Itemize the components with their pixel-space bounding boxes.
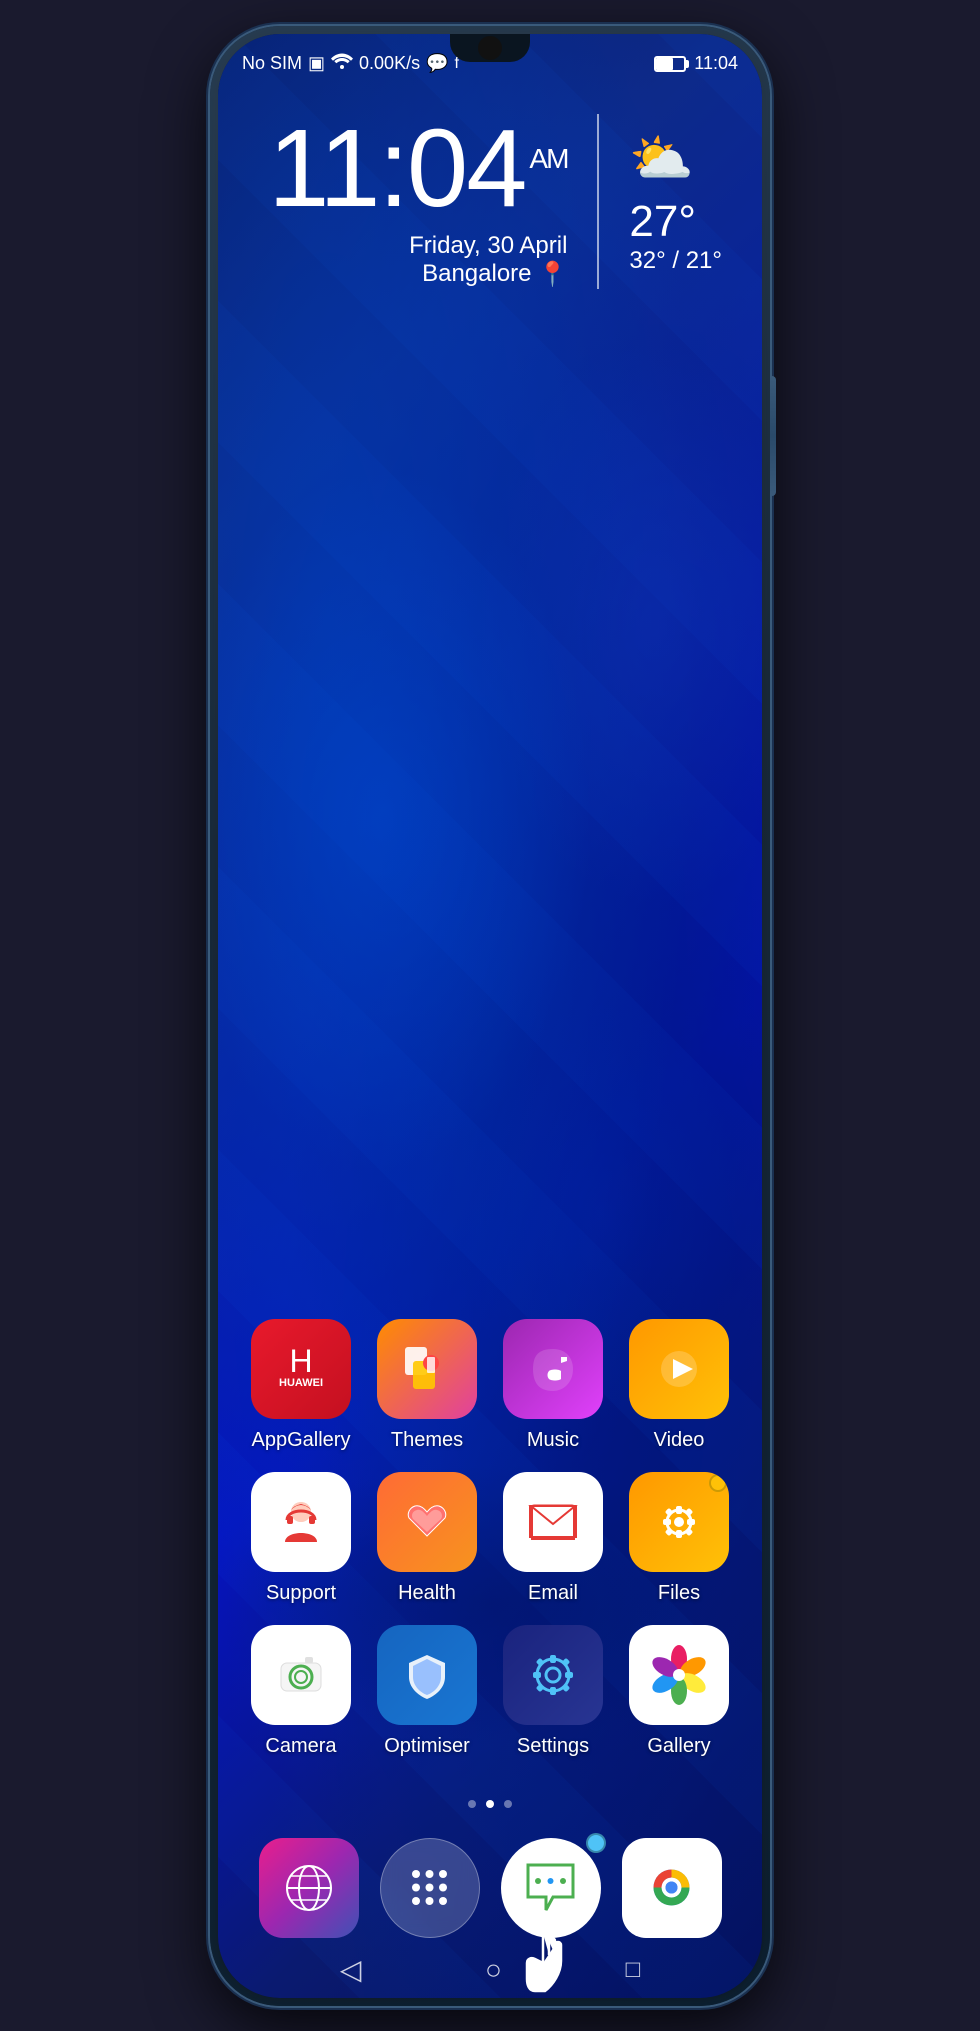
weather-icon: ⛅	[629, 128, 722, 189]
files-icon	[629, 1472, 729, 1572]
messages-notification-dot	[586, 1833, 606, 1853]
themes-icon	[377, 1319, 477, 1419]
dock	[218, 1838, 762, 1938]
notch	[450, 34, 530, 62]
app-video[interactable]: Video	[624, 1319, 734, 1452]
clock-status: 11:04	[694, 53, 738, 74]
wifi-icon	[331, 53, 353, 74]
music-icon	[503, 1319, 603, 1419]
optimiser-label: Optimiser	[384, 1735, 470, 1758]
app-camera[interactable]: Camera	[246, 1625, 356, 1758]
time-display: 11:04AM	[258, 114, 567, 224]
health-label: Health	[398, 1582, 456, 1605]
health-icon	[377, 1472, 477, 1572]
music-label: Music	[527, 1429, 579, 1452]
svg-text:H: H	[289, 1343, 312, 1379]
location-pin-icon: 📍	[538, 260, 568, 289]
svg-text:HUAWEI: HUAWEI	[279, 1376, 323, 1388]
date-display: Friday, 30 April	[258, 232, 567, 260]
app-optimiser[interactable]: Optimiser	[372, 1625, 482, 1758]
themes-label: Themes	[391, 1429, 463, 1452]
app-settings[interactable]: Settings	[498, 1625, 608, 1758]
dock-messages[interactable]	[501, 1838, 601, 1938]
nav-bar: ◁ ○ □	[218, 1942, 762, 1998]
appgallery-label: AppGallery	[252, 1429, 351, 1452]
settings-icon	[503, 1625, 603, 1725]
page-indicators	[218, 1800, 762, 1808]
status-right: 11:04	[654, 53, 738, 74]
phone-device: No SIM ▣ 0.00K/s 💬 f	[210, 26, 770, 2006]
speed-text: 0.00K/s	[359, 53, 420, 74]
app-row-1: H HUAWEI AppGallery	[238, 1319, 742, 1452]
camera-label: Camera	[265, 1735, 336, 1758]
email-label: Email	[528, 1582, 578, 1605]
app-row-2: Support	[238, 1472, 742, 1605]
app-email[interactable]: Email	[498, 1472, 608, 1605]
nav-recent[interactable]: □	[626, 1956, 641, 1984]
weather-section: ⛅ 27° 32° / 21°	[599, 128, 722, 275]
chrome-dock-icon	[622, 1838, 722, 1938]
files-notification-dot	[709, 1474, 727, 1492]
appgallery-icon: H HUAWEI	[251, 1319, 351, 1419]
video-icon	[629, 1319, 729, 1419]
app-health[interactable]: Health	[372, 1472, 482, 1605]
no-sim-text: No SIM	[242, 53, 302, 74]
camera-front	[478, 36, 502, 60]
dot-2	[486, 1800, 494, 1808]
dock-browser[interactable]	[259, 1838, 359, 1938]
dock-chrome[interactable]	[622, 1838, 722, 1938]
messages-dock-icon	[501, 1838, 601, 1938]
app-appgallery[interactable]: H HUAWEI AppGallery	[246, 1319, 356, 1452]
app-files[interactable]: Files	[624, 1472, 734, 1605]
location-display: Bangalore 📍	[258, 260, 567, 289]
app-grid: H HUAWEI AppGallery	[218, 1319, 762, 1778]
allapps-dock-icon	[380, 1838, 480, 1938]
email-icon	[503, 1472, 603, 1572]
optimiser-icon	[377, 1625, 477, 1725]
video-label: Video	[654, 1429, 705, 1452]
nav-back[interactable]: ◁	[340, 1953, 362, 1986]
settings-label: Settings	[517, 1735, 589, 1758]
app-music[interactable]: Music	[498, 1319, 608, 1452]
browser-dock-icon	[259, 1838, 359, 1938]
message-icon: 💬	[426, 53, 448, 74]
battery-fill	[656, 58, 673, 70]
gallery-label: Gallery	[647, 1735, 710, 1758]
status-left: No SIM ▣ 0.00K/s 💬 f	[242, 53, 459, 74]
sim-icon: ▣	[308, 53, 325, 74]
support-label: Support	[266, 1582, 336, 1605]
dot-1	[468, 1800, 476, 1808]
files-label: Files	[658, 1582, 700, 1605]
support-icon	[251, 1472, 351, 1572]
camera-icon	[251, 1625, 351, 1725]
app-themes[interactable]: Themes	[372, 1319, 482, 1452]
app-row-3: Camera Optimiser	[238, 1625, 742, 1758]
weather-temp: 27°	[629, 197, 722, 247]
app-support[interactable]: Support	[246, 1472, 356, 1605]
gallery-icon	[629, 1625, 729, 1725]
clock-section: 11:04AM Friday, 30 April Bangalore 📍	[258, 114, 599, 289]
dock-allapps[interactable]	[380, 1838, 480, 1938]
weather-range: 32° / 21°	[629, 247, 722, 275]
home-screen: No SIM ▣ 0.00K/s 💬 f	[218, 34, 762, 1998]
phone-inner: No SIM ▣ 0.00K/s 💬 f	[218, 34, 762, 1998]
clock-weather-area: 11:04AM Friday, 30 April Bangalore 📍 ⛅ 2…	[218, 114, 762, 289]
dot-3	[504, 1800, 512, 1808]
battery-icon	[654, 56, 686, 72]
app-gallery[interactable]: Gallery	[624, 1625, 734, 1758]
nav-home[interactable]: ○	[485, 1954, 502, 1986]
